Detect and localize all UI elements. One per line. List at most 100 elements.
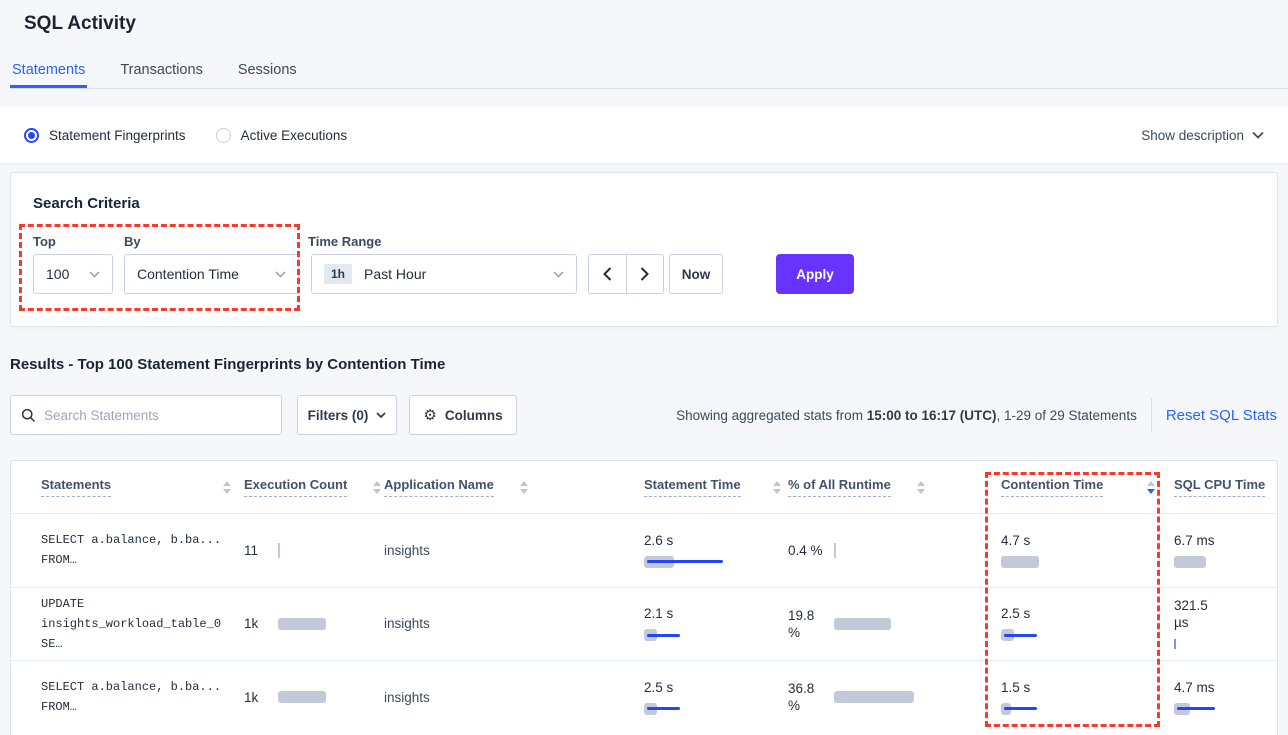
contention-time-bar xyxy=(1001,555,1174,569)
pct-runtime-value: 19.8% xyxy=(788,607,826,641)
column-header-contention-time[interactable]: Contention Time xyxy=(1001,477,1174,497)
column-header-label: % of All Runtime xyxy=(788,477,891,497)
previous-time-button[interactable] xyxy=(589,255,627,293)
value-line: % xyxy=(788,624,826,641)
top-label: Top xyxy=(33,234,56,249)
execution-count-bar xyxy=(278,690,326,704)
execution-count-cell: 1k xyxy=(244,616,384,631)
value-line: 4.7 s xyxy=(1001,532,1174,549)
columns-button[interactable]: ⚙ Columns xyxy=(409,395,517,435)
vertical-divider xyxy=(1151,398,1152,432)
search-statements-box xyxy=(10,395,282,435)
statement-cell[interactable]: SELECT a.balance, b.ba...FROM… xyxy=(11,530,244,570)
now-button[interactable]: Now xyxy=(669,254,723,294)
table-row[interactable]: SELECT a.balance, b.ba...FROM… 1k insigh… xyxy=(11,660,1277,734)
pct-runtime-bar xyxy=(834,617,891,631)
contention-time-cell: 4.7 s xyxy=(1001,532,1174,569)
table-row[interactable]: SELECT a.balance, b.ba...FROM… 11 insigh… xyxy=(11,513,1277,587)
statement-cell[interactable]: SELECT a.balance, b.ba...FROM… xyxy=(11,677,244,717)
sort-icon[interactable] xyxy=(1147,481,1155,494)
column-header-label: Execution Count xyxy=(244,477,347,497)
chevron-down-icon xyxy=(376,412,386,419)
sql-cpu-time-value: 6.7 ms xyxy=(1174,532,1277,549)
statement-time-cell: 2.6 s xyxy=(644,532,788,569)
sql-cpu-time-cell: 321.5µs xyxy=(1174,597,1277,651)
top-select[interactable]: 100 xyxy=(33,254,113,294)
pct-runtime-bar xyxy=(834,543,836,557)
tab-statements[interactable]: Statements xyxy=(10,56,87,88)
sort-icon[interactable] xyxy=(373,481,381,494)
radio-selected-icon xyxy=(24,128,39,143)
value-line: SELECT a.balance, b.ba... xyxy=(41,530,244,550)
statement-time-value: 2.1 s xyxy=(644,605,788,622)
by-select-value: Contention Time xyxy=(137,266,239,282)
radio-statement-fingerprints[interactable]: Statement Fingerprints xyxy=(24,128,186,143)
contention-time-bar xyxy=(1001,628,1174,642)
show-description-toggle[interactable]: Show description xyxy=(1141,128,1264,143)
application-name-cell: insights xyxy=(384,543,644,558)
sort-icon[interactable] xyxy=(773,481,781,494)
radio-active-executions[interactable]: Active Executions xyxy=(216,128,348,143)
column-header-execution-count[interactable]: Execution Count xyxy=(244,477,384,497)
column-header-statement-time[interactable]: Statement Time xyxy=(644,477,788,497)
column-header-label: Statement Time xyxy=(644,477,741,497)
tab-bar: Statements Transactions Sessions xyxy=(10,56,1288,89)
sort-icon[interactable] xyxy=(520,481,528,494)
search-criteria-card: Search Criteria Top By Time Range 100 Co… xyxy=(10,172,1278,327)
search-statements-input[interactable] xyxy=(44,408,271,423)
radio-label: Statement Fingerprints xyxy=(49,128,186,143)
time-range-select[interactable]: 1h Past Hour xyxy=(311,254,577,294)
contention-time-cell: 2.5 s xyxy=(1001,605,1174,642)
by-select[interactable]: Contention Time xyxy=(124,254,299,294)
pct-runtime-value: 0.4 % xyxy=(788,542,826,559)
tab-sessions[interactable]: Sessions xyxy=(236,56,299,88)
sql-cpu-time-cell: 6.7 ms xyxy=(1174,532,1277,569)
execution-count-cell: 11 xyxy=(244,543,384,558)
search-criteria-title: Search Criteria xyxy=(33,195,140,212)
gear-icon: ⚙ xyxy=(423,408,436,423)
execution-count-value: 11 xyxy=(244,543,278,558)
pct-runtime-bar xyxy=(834,690,914,704)
value-line: FROM… xyxy=(41,697,244,717)
filters-button[interactable]: Filters (0) xyxy=(297,395,397,435)
time-range-value: Past Hour xyxy=(364,266,426,282)
sort-icon[interactable] xyxy=(917,481,925,494)
column-header--of-all-runtime[interactable]: % of All Runtime xyxy=(788,477,1001,497)
statement-time-value: 2.6 s xyxy=(644,532,788,549)
chevron-down-icon xyxy=(89,271,100,278)
execution-count-bar xyxy=(278,617,326,631)
value-line: 0.4 % xyxy=(788,542,826,559)
sql-activity-page: SQL Activity Statements Transactions Ses… xyxy=(0,0,1288,735)
sql-cpu-time-value: 321.5µs xyxy=(1174,597,1277,631)
sql-cpu-time-value: 4.7 ms xyxy=(1174,679,1277,696)
statement-time-bar xyxy=(644,555,788,569)
value-line: 4.7 ms xyxy=(1174,679,1277,696)
contention-time-value: 4.7 s xyxy=(1001,532,1174,549)
sql-cpu-time-bar xyxy=(1174,637,1277,651)
pct-runtime-cell: 19.8% xyxy=(788,607,1001,641)
tab-transactions[interactable]: Transactions xyxy=(118,56,204,88)
column-header-application-name[interactable]: Application Name xyxy=(384,477,644,497)
next-time-button[interactable] xyxy=(627,255,664,293)
value-line: 2.5 s xyxy=(1001,605,1174,622)
table-body: SELECT a.balance, b.ba...FROM… 11 insigh… xyxy=(11,513,1277,734)
sort-icon[interactable] xyxy=(223,481,231,494)
statement-time-cell: 2.5 s xyxy=(644,679,788,716)
value-line: 1.5 s xyxy=(1001,679,1174,696)
search-icon xyxy=(21,408,36,423)
table-row[interactable]: UPDATEinsights_workload_table_0 SE… 1k i… xyxy=(11,587,1277,661)
statement-cell[interactable]: UPDATEinsights_workload_table_0 SE… xyxy=(11,594,244,654)
column-header-statements[interactable]: Statements xyxy=(11,477,244,497)
chevron-left-icon xyxy=(603,267,612,281)
value-line: % xyxy=(788,697,826,714)
pct-runtime-cell: 0.4 % xyxy=(788,542,1001,559)
sql-cpu-time-bar xyxy=(1174,555,1277,569)
reset-sql-stats-link[interactable]: Reset SQL Stats xyxy=(1166,407,1277,424)
pct-runtime-cell: 36.8% xyxy=(788,680,1001,714)
apply-button[interactable]: Apply xyxy=(776,254,854,294)
value-line: 6.7 ms xyxy=(1174,532,1277,549)
execution-count-bar xyxy=(278,543,280,557)
view-mode-band: Statement Fingerprints Active Executions… xyxy=(0,107,1288,163)
value-line: insights_workload_table_0 SE… xyxy=(41,614,244,654)
statements-table: StatementsExecution Count Application Nam… xyxy=(10,460,1278,735)
